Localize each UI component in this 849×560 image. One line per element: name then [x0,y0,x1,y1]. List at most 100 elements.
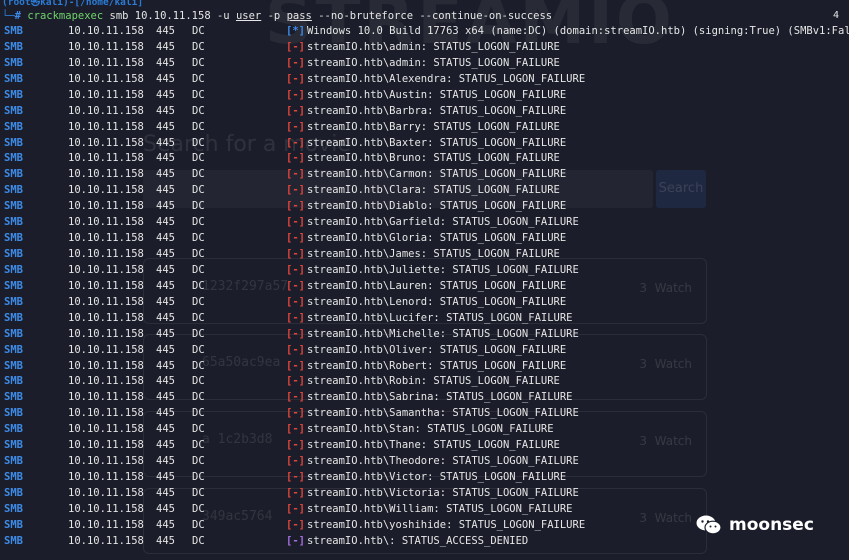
row-port: 445 [156,152,175,165]
row-status: [-] [286,295,305,308]
row-status: [-] [286,439,305,452]
row-protocol: SMB [4,152,23,165]
row-port: 445 [156,200,175,213]
ghost-card-meta: 3 Watch [639,511,692,525]
row-hostname: DC [192,248,205,261]
row-hostname: DC [192,152,205,165]
row-protocol: SMB [4,40,23,53]
row-message: streamIO.htb\Michelle: STATUS_LOGON_FAIL… [307,327,579,340]
row-hostname: DC [192,423,205,436]
row-message: streamIO.htb\admin: STATUS_LOGON_FAILURE [307,40,560,53]
row-port: 445 [156,295,175,308]
row-status: [-] [286,88,305,101]
terminal-window[interactable]: STREAMIO Search for a movie Search 1232f… [0,0,849,560]
user-file-arg: user [235,10,262,22]
row-message: streamIO.htb\Austin: STATUS_LOGON_FAILUR… [307,88,567,101]
row-hostname: DC [192,56,205,69]
row-status: [-] [286,455,305,468]
brand-name: moonsec [729,515,814,535]
row-ip: 10.10.11.158 [68,168,144,181]
row-protocol: SMB [4,200,23,213]
row-port: 445 [156,25,175,37]
row-status: [-] [286,518,305,531]
row-hostname: DC [192,104,205,117]
row-ip: 10.10.11.158 [68,263,144,276]
row-ip: 10.10.11.158 [68,471,144,484]
row-ip: 10.10.11.158 [68,455,144,468]
row-ip: 10.10.11.158 [68,295,144,308]
row-message: streamIO.htb\Baxter: STATUS_LOGON_FAILUR… [307,136,567,149]
row-ip: 10.10.11.158 [68,136,144,149]
row-ip: 10.10.11.158 [68,327,144,340]
row-message: streamIO.htb\Oliver: STATUS_LOGON_FAILUR… [307,343,567,356]
row-message: streamIO.htb\Lauren: STATUS_LOGON_FAILUR… [307,279,567,292]
row-message: streamIO.htb\Victoria: STATUS_LOGON_FAIL… [307,486,579,499]
ghost-card-meta: 3 Watch [639,281,692,295]
row-status: [*] [286,25,305,37]
row-hostname: DC [192,471,205,484]
row-status: [-] [286,136,305,149]
row-port: 445 [156,40,175,53]
row-protocol: SMB [4,359,23,372]
row-protocol: SMB [4,407,23,420]
row-hostname: DC [192,136,205,149]
row-port: 445 [156,88,175,101]
row-hostname: DC [192,343,205,356]
row-protocol: SMB [4,279,23,292]
row-port: 445 [156,423,175,436]
row-ip: 10.10.11.158 [68,88,144,101]
row-message: streamIO.htb\Samantha: STATUS_LOGON_FAIL… [307,407,579,420]
row-status: [-] [286,407,305,420]
flag-u: -u [216,10,230,22]
flag-p: -p [267,10,281,22]
row-message: streamIO.htb\Juliette: STATUS_LOGON_FAIL… [307,263,579,276]
wechat-icon [696,515,722,535]
prompt-corner: └─ [2,10,15,22]
row-ip: 10.10.11.158 [68,486,144,499]
row-message: streamIO.htb\: STATUS_ACCESS_DENIED [307,534,529,547]
pass-file-arg: pass [286,10,312,22]
row-protocol: SMB [4,486,23,499]
command-line[interactable]: └─# crackmapexec smb 10.10.11.158 -u use… [2,10,552,25]
row-ip: 10.10.11.158 [68,423,144,436]
row-status: [-] [286,168,305,181]
row-ip: 10.10.11.158 [68,104,144,117]
row-ip: 10.10.11.158 [68,152,144,165]
row-status: [-] [286,327,305,340]
row-port: 445 [156,56,175,69]
row-port: 445 [156,407,175,420]
row-port: 445 [156,248,175,261]
row-message: streamIO.htb\Sabrina: STATUS_LOGON_FAILU… [307,391,573,404]
row-hostname: DC [192,407,205,420]
row-status: [-] [286,502,305,515]
ghost-card-meta: 3 Watch [639,357,692,371]
row-protocol: SMB [4,136,23,149]
row-protocol: SMB [4,311,23,324]
row-protocol: SMB [4,423,23,436]
row-port: 445 [156,232,175,245]
row-message: Windows 10.0 Build 17763 x64 (name:DC) (… [307,25,849,37]
row-port: 445 [156,391,175,404]
row-message: streamIO.htb\Clara: STATUS_LOGON_FAILURE [307,184,560,197]
row-hostname: DC [192,40,205,53]
row-status: [-] [286,152,305,165]
row-status: [-] [286,534,305,547]
row-status: [-] [286,471,305,484]
row-port: 445 [156,439,175,452]
row-hostname: DC [192,72,205,85]
row-hostname: DC [192,455,205,468]
row-hostname: DC [192,200,205,213]
row-port: 445 [156,263,175,276]
row-status: [-] [286,200,305,213]
row-hostname: DC [192,232,205,245]
row-protocol: SMB [4,168,23,181]
row-status: [-] [286,311,305,324]
row-hostname: DC [192,486,205,499]
row-port: 445 [156,518,175,531]
row-ip: 10.10.11.158 [68,391,144,404]
row-hostname: DC [192,263,205,276]
row-hostname: DC [192,311,205,324]
row-protocol: SMB [4,375,23,388]
row-message: streamIO.htb\Victor: STATUS_LOGON_FAILUR… [307,471,567,484]
row-status: [-] [286,423,305,436]
